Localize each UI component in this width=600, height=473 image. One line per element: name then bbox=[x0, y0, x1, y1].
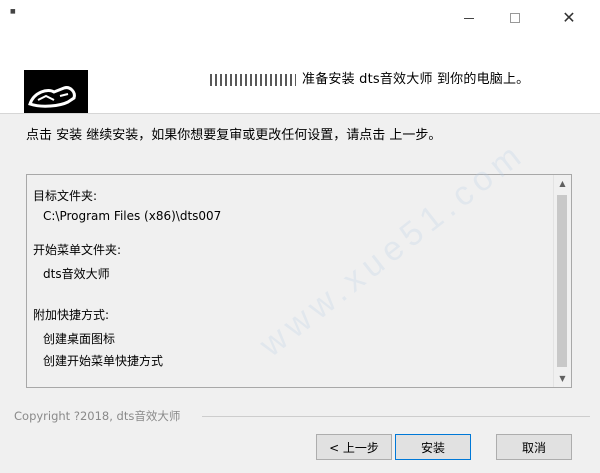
chevron-up-icon: ▲ bbox=[559, 179, 566, 188]
scroll-down-button[interactable]: ▼ bbox=[554, 370, 571, 387]
copyright-text: Copyright ?2018, dts音效大师 bbox=[14, 409, 181, 423]
startmenu-folder-value: dts音效大师 bbox=[43, 267, 110, 281]
title-bar: ■ ✕ bbox=[0, 0, 600, 36]
minimize-button[interactable] bbox=[446, 0, 492, 36]
wizard-header: 准备安装 dts音效大师 到你的电脑上。 bbox=[0, 36, 600, 114]
close-button[interactable]: ✕ bbox=[546, 0, 592, 36]
close-icon: ✕ bbox=[562, 8, 576, 27]
maximize-icon bbox=[510, 13, 520, 23]
vertical-scrollbar[interactable]: ▲ ▼ bbox=[553, 175, 571, 387]
scroll-thumb[interactable] bbox=[557, 195, 567, 367]
settings-summary[interactable]: 目标文件夹: C:\Program Files (x86)\dts007 开始菜… bbox=[26, 174, 572, 388]
additional-shortcuts-label: 附加快捷方式: bbox=[33, 308, 110, 322]
install-button[interactable]: 安装 bbox=[395, 434, 471, 460]
logo-icon bbox=[28, 86, 76, 108]
shortcut-desktop-icon: 创建桌面图标 bbox=[43, 332, 116, 346]
instruction-text: 点击 安装 继续安装，如果你想要复审或更改任何设置，请点击 上一步。 bbox=[26, 128, 442, 143]
header-message: 准备安装 dts音效大师 到你的电脑上。 bbox=[210, 68, 529, 87]
footer-divider bbox=[202, 416, 590, 417]
app-logo bbox=[24, 70, 88, 114]
window-title: ■ bbox=[10, 8, 16, 15]
header-divider bbox=[0, 113, 600, 114]
scroll-up-button[interactable]: ▲ bbox=[554, 175, 571, 192]
summary-content: 目标文件夹: C:\Program Files (x86)\dts007 开始菜… bbox=[27, 175, 553, 387]
dest-folder-value: C:\Program Files (x86)\dts007 bbox=[43, 209, 222, 223]
back-button[interactable]: < 上一步 bbox=[316, 434, 392, 460]
chevron-down-icon: ▼ bbox=[559, 374, 566, 383]
shortcut-startmenu: 创建开始菜单快捷方式 bbox=[43, 354, 164, 368]
startmenu-folder-label: 开始菜单文件夹: bbox=[33, 243, 122, 257]
header-prefix-obscured bbox=[210, 73, 296, 86]
minimize-icon bbox=[464, 17, 474, 19]
dest-folder-label: 目标文件夹: bbox=[33, 189, 98, 203]
maximize-button[interactable] bbox=[492, 0, 538, 36]
cancel-button[interactable]: 取消 bbox=[496, 434, 572, 460]
